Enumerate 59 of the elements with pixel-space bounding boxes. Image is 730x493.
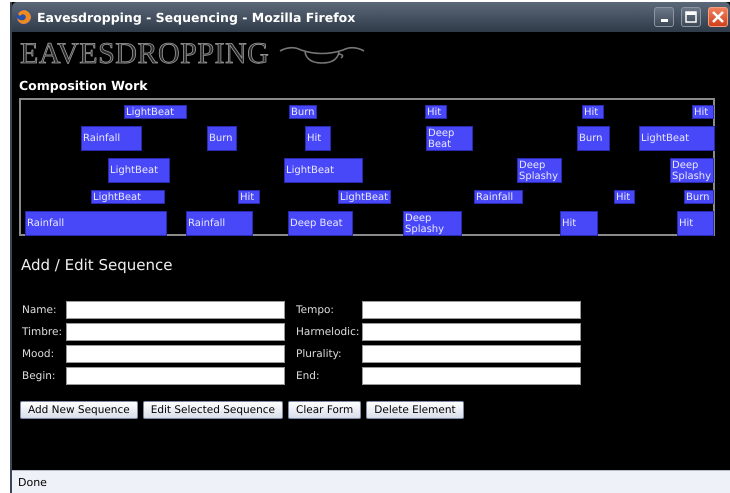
form-button[interactable]: Edit Selected Sequence xyxy=(142,401,284,419)
text-field[interactable] xyxy=(66,323,285,341)
field-label: Mood: xyxy=(22,348,56,360)
text-field[interactable] xyxy=(362,367,581,385)
field-label: Name: xyxy=(22,304,58,316)
sequence-block[interactable]: Deep Splashy xyxy=(517,158,562,183)
logo-text: EAVESDROPPING xyxy=(20,37,270,71)
sequence-block[interactable]: Deep Beat xyxy=(426,126,473,151)
sequence-block[interactable]: Hit xyxy=(677,211,714,236)
sequence-block[interactable]: Rainfall xyxy=(25,211,167,236)
browser-logo-icon xyxy=(16,9,32,25)
field-label: Timbre: xyxy=(22,326,63,338)
text-field[interactable] xyxy=(362,301,581,319)
sequence-block[interactable]: Burn xyxy=(684,190,714,204)
minimize-button[interactable] xyxy=(654,7,674,27)
sequence-block[interactable]: Hit xyxy=(425,105,447,119)
sequence-block[interactable]: Rainfall xyxy=(186,211,253,236)
section-title: Composition Work xyxy=(18,77,149,95)
sequence-block[interactable]: Deep Splashy xyxy=(403,211,462,236)
window-title: Eavesdropping - Sequencing - Mozilla Firefox xyxy=(37,10,356,24)
text-field[interactable] xyxy=(66,301,285,319)
form-button[interactable]: Delete Element xyxy=(366,401,464,419)
sequence-block[interactable]: LightBeat xyxy=(639,126,715,151)
sequence-block[interactable]: Hit xyxy=(692,105,714,119)
close-icon xyxy=(712,11,724,23)
text-field[interactable] xyxy=(66,345,285,363)
sequence-block[interactable]: Hit xyxy=(614,190,635,204)
sequence-block[interactable]: Rainfall xyxy=(81,126,142,151)
sequence-block[interactable]: Hit xyxy=(305,126,331,151)
minimize-icon xyxy=(660,19,668,22)
sequence-block[interactable]: LightBeat xyxy=(108,158,170,183)
sequence-block[interactable]: LightBeat xyxy=(91,190,165,204)
sequence-block[interactable]: Burn xyxy=(289,105,317,119)
sequence-block[interactable]: LightBeat xyxy=(338,190,391,204)
text-field[interactable] xyxy=(66,367,285,385)
form-button[interactable]: Add New Sequence xyxy=(20,401,138,419)
sequence-block[interactable]: Rainfall xyxy=(474,190,523,204)
sequence-block[interactable]: Hit xyxy=(238,190,260,204)
maximize-icon xyxy=(685,11,697,23)
field-label: Begin: xyxy=(22,370,56,382)
field-label: Harmelodic: xyxy=(295,326,360,338)
field-label: Plurality: xyxy=(295,348,343,360)
maximize-button[interactable] xyxy=(681,7,701,27)
status-bar: Done xyxy=(12,470,730,493)
sequence-block[interactable]: Hit xyxy=(582,105,604,119)
field-label: Tempo: xyxy=(295,304,335,316)
close-button[interactable] xyxy=(708,7,728,27)
sequence-block[interactable]: Burn xyxy=(577,126,610,151)
sequence-block[interactable]: Deep Splashy xyxy=(670,158,714,183)
form-button[interactable]: Clear Form xyxy=(288,401,362,419)
sequence-block[interactable]: LightBeat xyxy=(124,105,187,119)
field-label: End: xyxy=(295,370,320,382)
sequence-block[interactable]: Burn xyxy=(207,126,237,151)
sequence-block[interactable]: LightBeat xyxy=(284,158,363,183)
text-field[interactable] xyxy=(362,323,581,341)
sequence-block[interactable]: Hit xyxy=(560,211,598,236)
text-field[interactable] xyxy=(362,345,581,363)
sequence-block[interactable]: Deep Beat xyxy=(288,211,353,236)
form-title: Add / Edit Sequence xyxy=(20,255,174,276)
